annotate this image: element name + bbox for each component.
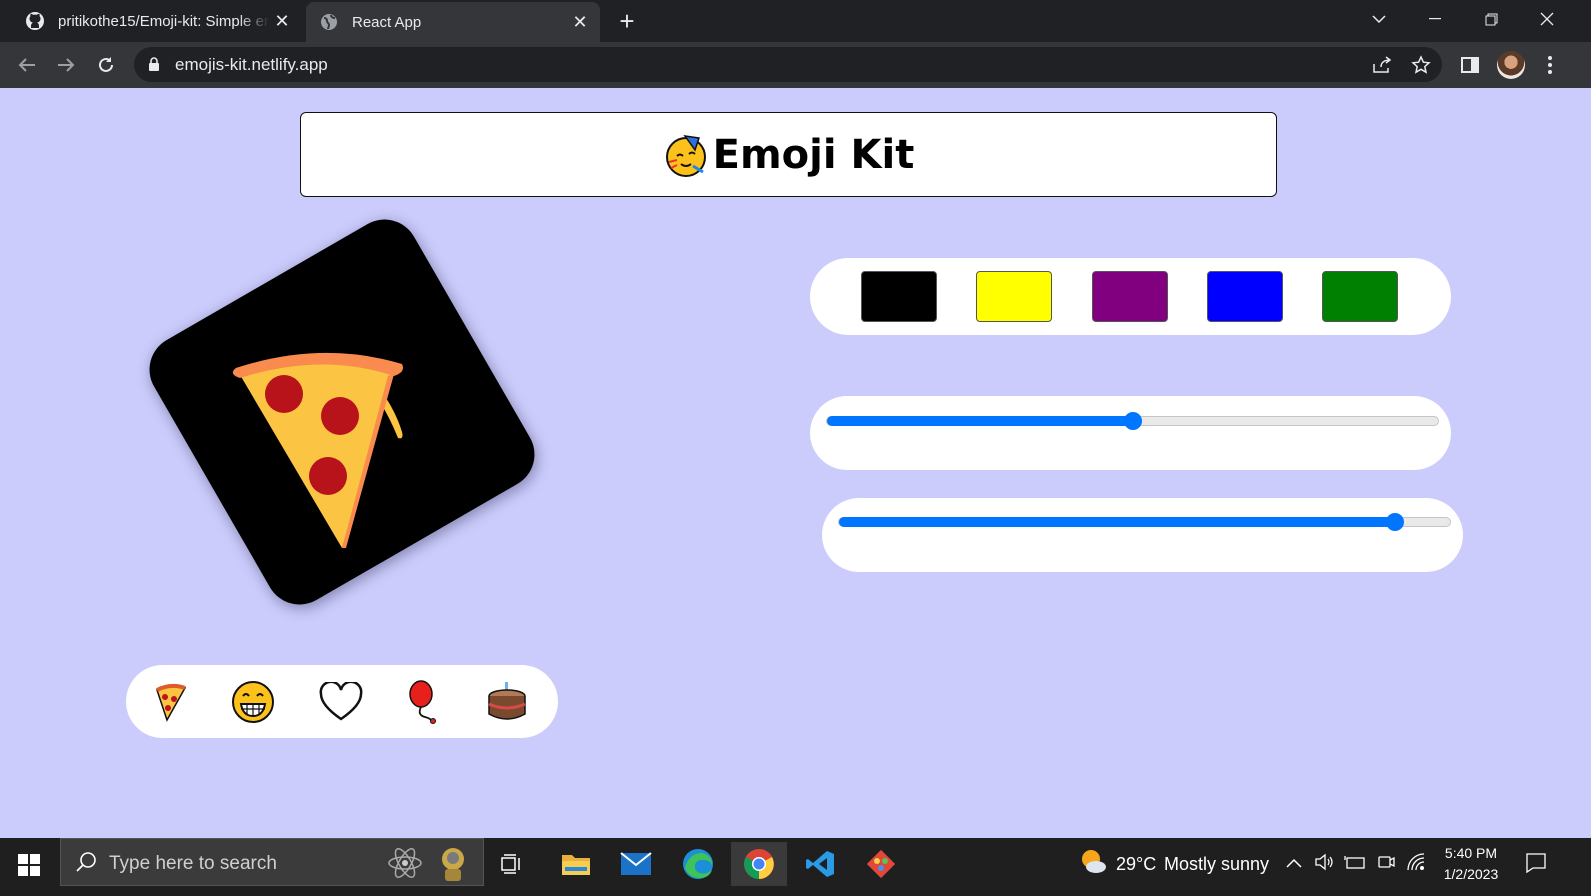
bookmark-star-icon[interactable]	[1409, 53, 1433, 77]
taskbar-clock[interactable]: 5:40 PM 1/2/2023	[1440, 843, 1502, 885]
size-slider[interactable]	[826, 412, 1439, 430]
tab-title: pritikothe15/Emoji-kit: Simple em	[58, 12, 270, 30]
search-placeholder: Type here to search	[109, 853, 277, 874]
file-explorer-icon[interactable]	[548, 842, 604, 886]
wifi-icon[interactable]	[1406, 852, 1426, 877]
weather-description: Mostly sunny	[1164, 854, 1270, 874]
mail-icon[interactable]	[608, 842, 664, 886]
forward-icon[interactable]	[52, 51, 80, 79]
rotation-slider-panel	[822, 498, 1463, 572]
browser-tab-strip: pritikothe15/Emoji-kit: Simple em ✕ Reac…	[0, 0, 1591, 42]
slider-fill	[839, 517, 1395, 527]
grinning-face-option-icon[interactable]	[230, 679, 276, 725]
swatch-blue[interactable]	[1207, 271, 1283, 322]
swatch-green[interactable]	[1322, 271, 1398, 322]
chrome-icon[interactable]	[731, 842, 787, 886]
url-text: emojis-kit.netlify.app	[175, 55, 328, 74]
reload-icon[interactable]	[92, 51, 120, 79]
color-picker	[810, 258, 1451, 335]
edge-icon[interactable]	[670, 842, 726, 886]
close-icon[interactable]: ✕	[568, 10, 592, 34]
restore-icon[interactable]	[1469, 0, 1513, 38]
battery-icon[interactable]	[1344, 854, 1366, 875]
task-view-icon[interactable]	[484, 842, 540, 886]
slider-thumb[interactable]	[1123, 412, 1142, 430]
notification-icon[interactable]	[1525, 852, 1547, 879]
tab-search-icon[interactable]	[1357, 0, 1401, 38]
pizza-icon	[232, 352, 403, 548]
weather-temp: 29°C	[1116, 854, 1157, 874]
search-highlight-icon	[433, 843, 473, 888]
lock-icon	[148, 57, 160, 76]
swatch-purple[interactable]	[1092, 271, 1168, 322]
address-bar[interactable]: emojis-kit.netlify.app	[134, 47, 1442, 82]
taskbar-search-input[interactable]: Type here to search	[60, 838, 484, 886]
partying-face-icon	[665, 134, 706, 177]
windows-taskbar: Type here to search 29°C Mostly sunny 5:…	[0, 838, 1591, 896]
globe-icon	[318, 11, 340, 33]
share-icon[interactable]	[1370, 53, 1394, 77]
minimize-icon[interactable]	[1413, 0, 1457, 38]
windows-start-icon[interactable]	[18, 854, 40, 881]
white-heart-option-icon[interactable]	[318, 679, 364, 725]
cake-option-icon[interactable]	[484, 679, 530, 725]
back-icon[interactable]	[13, 51, 41, 79]
profile-avatar[interactable]	[1497, 51, 1525, 79]
slider-fill	[827, 416, 1133, 426]
page-title: Emoji Kit	[712, 131, 915, 178]
header-card: Emoji Kit	[300, 112, 1277, 197]
volume-icon[interactable]	[1314, 853, 1334, 876]
vscode-icon[interactable]	[792, 842, 848, 886]
close-icon[interactable]: ✕	[270, 9, 294, 33]
browser-tab-react-app[interactable]: React App ✕	[306, 2, 600, 42]
swatch-yellow[interactable]	[976, 271, 1052, 322]
meet-now-icon[interactable]	[1376, 852, 1396, 877]
swatch-black[interactable]	[861, 271, 937, 322]
more-menu-icon[interactable]	[1537, 52, 1563, 78]
github-icon	[24, 10, 46, 32]
pizza-option-icon[interactable]	[148, 679, 194, 725]
atom-icon	[387, 845, 423, 886]
browser-tab-github[interactable]: pritikothe15/Emoji-kit: Simple em ✕	[12, 0, 302, 42]
side-panel-icon[interactable]	[1457, 52, 1483, 78]
clock-time: 5:40 PM	[1444, 845, 1498, 861]
clock-date: 1/2/2023	[1443, 866, 1499, 882]
git-kraken-icon[interactable]	[853, 842, 909, 886]
browser-toolbar: emojis-kit.netlify.app	[0, 42, 1591, 88]
emoji-selector	[126, 665, 558, 738]
new-tab-button[interactable]: +	[612, 6, 642, 36]
search-icon	[75, 851, 97, 878]
slider-thumb[interactable]	[1386, 513, 1404, 531]
size-slider-panel	[810, 396, 1451, 470]
tab-title: React App	[352, 13, 422, 31]
balloon-option-icon[interactable]	[402, 679, 448, 725]
chevron-up-icon[interactable]	[1286, 855, 1302, 873]
close-window-icon[interactable]	[1525, 0, 1569, 38]
rotation-slider[interactable]	[838, 513, 1451, 531]
weather-icon[interactable]	[1078, 847, 1108, 882]
